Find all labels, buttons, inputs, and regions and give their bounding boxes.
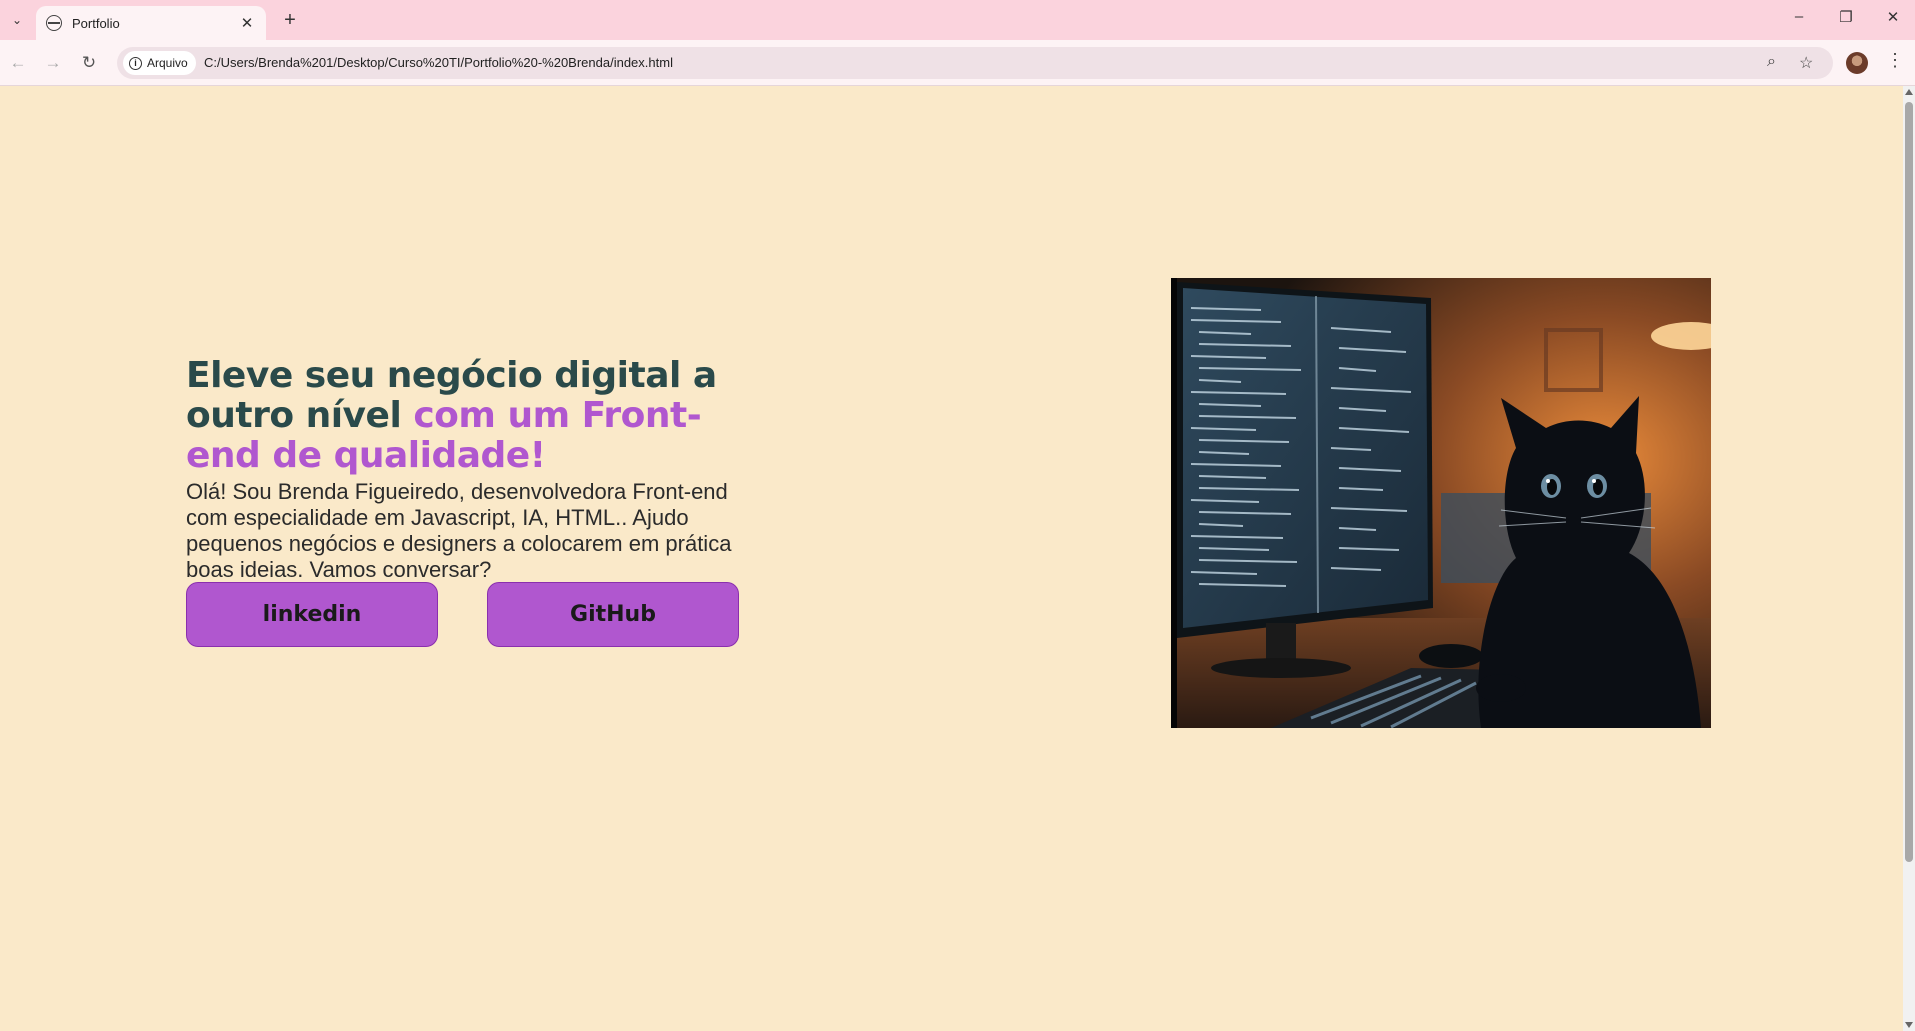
tab-portfolio[interactable]: Portfolio ✕ [36,6,266,40]
forward-button[interactable]: → [41,51,65,75]
info-icon: i [129,56,142,70]
plus-icon: + [284,9,296,31]
globe-icon [46,15,62,31]
hero-headline: Eleve seu negócio digital a outro nível … [186,356,746,476]
browser-toolbar: ← → ↻ i Arquivo C:/Users/Brenda%201/Desk… [0,40,1915,86]
hero-intro: Olá! Sou Brenda Figueiredo, desenvolvedo… [186,479,732,582]
star-icon[interactable]: ☆ [1799,53,1813,73]
site-info-label: Arquivo [147,56,188,70]
restore-icon: ❐ [1839,9,1853,26]
hero-text: Eleve seu negócio digital a outro nível … [186,356,746,583]
minimize-button[interactable]: – [1787,8,1811,25]
hero-image [1171,278,1711,728]
arrow-left-icon: ← [9,53,27,72]
github-button[interactable]: GitHub [487,582,739,647]
minimize-icon: – [1794,8,1804,25]
scrollbar-thumb[interactable] [1905,102,1913,862]
reload-icon: ↻ [81,53,97,72]
close-icon: ✕ [1886,9,1900,26]
avatar[interactable] [1846,52,1868,74]
cat-computer-illustration [1171,278,1711,728]
chevron-down-icon: ⌄ [11,13,23,27]
address-bar[interactable]: i Arquivo C:/Users/Brenda%201/Desktop/Cu… [117,47,1833,79]
page-scrollbar[interactable] [1903,86,1915,1031]
reload-button[interactable]: ↻ [77,51,101,75]
new-tab-button[interactable]: + [278,8,302,32]
zoom-icon[interactable]: ⌕ [1767,53,1776,71]
tab-list-button[interactable]: ⌄ [6,9,28,31]
site-info-chip[interactable]: i Arquivo [123,51,196,75]
linkedin-button[interactable]: linkedin [186,582,438,647]
close-icon[interactable]: ✕ [238,14,256,32]
arrow-right-icon: → [44,53,62,72]
restore-button[interactable]: ❐ [1834,8,1858,26]
more-vert-icon[interactable]: ⋮ [1886,50,1904,71]
close-window-button[interactable]: ✕ [1881,8,1905,26]
url-text[interactable]: C:/Users/Brenda%201/Desktop/Curso%20TI/P… [204,55,673,70]
scroll-down-icon[interactable] [1905,1022,1913,1028]
hero-buttons: linkedin GitHub [186,582,741,647]
tab-bar: ⌄ Portfolio ✕ + – ❐ ✕ [0,0,1915,40]
tab-title: Portfolio [72,15,120,31]
back-button[interactable]: ← [6,51,30,75]
scroll-up-icon[interactable] [1905,89,1913,95]
